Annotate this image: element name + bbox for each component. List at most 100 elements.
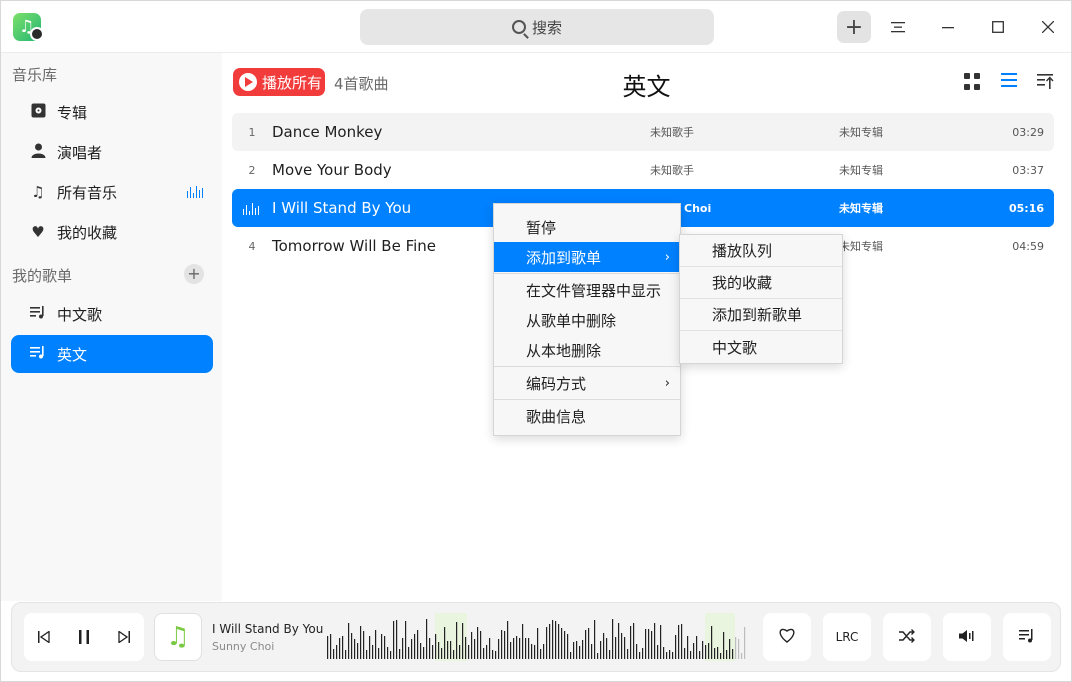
pause-icon[interactable] <box>74 627 94 647</box>
song-title: Dance Monkey <box>272 123 383 141</box>
menu-item-pause[interactable]: 暂停 <box>494 212 680 242</box>
sidebar-item-favorites[interactable]: ♥ 我的收藏 <box>11 213 213 251</box>
sidebar-item-label: 专辑 <box>57 103 88 122</box>
add-button[interactable]: + <box>837 11 871 43</box>
menu-icon[interactable] <box>881 11 915 43</box>
singer-icon <box>29 143 47 162</box>
sidebar-item-playlist-chinese[interactable]: 中文歌 <box>11 295 213 333</box>
grid-view-icon[interactable] <box>964 73 982 91</box>
now-playing-title: I Will Stand By You <box>212 622 324 636</box>
menu-item-encoding[interactable]: 编码方式 › <box>494 368 680 398</box>
song-title: Tomorrow Will Be Fine <box>272 237 437 255</box>
song-artist: Choi <box>684 201 712 215</box>
volume-button[interactable] <box>943 613 991 661</box>
submenu-item-new-playlist[interactable]: 添加到新歌单 <box>680 299 842 331</box>
now-playing-equalizer-icon <box>187 186 203 198</box>
song-title: Move Your Body <box>272 161 392 179</box>
sidebar-item-label: 英文 <box>57 345 88 364</box>
song-duration: 04:59 <box>1012 239 1044 253</box>
album-cover-music-note-icon[interactable]: ♫ <box>154 613 202 661</box>
lyrics-button[interactable]: LRC <box>823 613 871 661</box>
playback-controls <box>24 613 144 661</box>
music-app-window: ♫ 搜索 + 音乐库 专辑 演唱者 ♫ 所有音乐 ♥ 我的收藏 我的歌单 + 中… <box>0 0 1072 682</box>
sidebar: 音乐库 专辑 演唱者 ♫ 所有音乐 ♥ 我的收藏 我的歌单 + 中文歌 英文 <box>1 53 222 601</box>
search-placeholder: 搜索 <box>531 18 562 37</box>
song-index: 2 <box>248 163 256 177</box>
song-title: I Will Stand By You <box>272 199 412 217</box>
menu-item-delete-local[interactable]: 从本地删除 <box>494 335 680 365</box>
menu-item-song-info[interactable]: 歌曲信息 <box>494 401 680 431</box>
album-icon <box>29 103 47 122</box>
maximize-icon[interactable] <box>981 11 1015 43</box>
song-count: 4首歌曲 <box>334 75 389 93</box>
song-duration: 03:29 <box>1012 125 1044 139</box>
menu-separator <box>494 273 680 274</box>
menu-item-label: 添加到歌单 <box>526 248 602 267</box>
sidebar-item-album[interactable]: 专辑 <box>11 93 213 131</box>
volume-icon <box>959 628 975 647</box>
play-all-button[interactable]: 播放所有 <box>233 68 325 96</box>
list-view-icon[interactable] <box>1001 73 1019 91</box>
search-icon <box>511 20 526 34</box>
playlists-section-title: 我的歌单 <box>12 267 73 285</box>
menu-item-show-in-file-manager[interactable]: 在文件管理器中显示 <box>494 275 680 305</box>
heart-outline-icon <box>778 627 796 647</box>
play-all-label: 播放所有 <box>262 73 323 92</box>
sidebar-item-label: 所有音乐 <box>57 183 118 202</box>
playlist-icon <box>29 305 47 323</box>
song-index: 1 <box>248 125 256 139</box>
waveform-progress[interactable] <box>325 613 751 661</box>
song-index: 4 <box>248 239 256 253</box>
song-album: 未知专辑 <box>839 240 883 253</box>
play-queue-button[interactable] <box>1003 613 1051 661</box>
now-playing-artist: Sunny Choi <box>212 640 275 653</box>
submenu-item-play-queue[interactable]: 播放队列 <box>680 235 842 267</box>
song-duration: 03:37 <box>1012 163 1044 177</box>
search-box[interactable]: 搜索 <box>360 9 714 45</box>
menu-separator <box>494 366 680 367</box>
add-playlist-button[interactable]: + <box>184 264 204 284</box>
play-icon <box>239 73 257 91</box>
playlist-icon <box>29 345 47 363</box>
now-playing-equalizer-icon <box>243 203 259 215</box>
menu-item-label: 编码方式 <box>526 374 587 393</box>
shuffle-button[interactable] <box>883 613 931 661</box>
submenu-item-favorites[interactable]: 我的收藏 <box>680 267 842 299</box>
song-album: 未知专辑 <box>839 126 883 139</box>
titlebar: ♫ 搜索 + <box>1 1 1071 53</box>
song-duration: 05:16 <box>1008 201 1044 215</box>
favorite-button[interactable] <box>763 613 811 661</box>
shuffle-icon <box>899 628 915 647</box>
next-icon[interactable] <box>114 627 134 647</box>
sidebar-item-playlist-english[interactable]: 英文 <box>11 335 213 373</box>
sidebar-item-all-music[interactable]: ♫ 所有音乐 <box>11 173 213 211</box>
song-row[interactable]: 1 Dance Monkey 未知歌手 未知专辑 03:29 <box>232 113 1054 151</box>
add-to-playlist-submenu: 播放队列 我的收藏 添加到新歌单 中文歌 <box>679 234 843 364</box>
song-album: 未知专辑 <box>839 164 883 177</box>
song-artist: 未知歌手 <box>650 126 694 139</box>
sidebar-item-label: 中文歌 <box>57 305 103 324</box>
sidebar-item-label: 演唱者 <box>57 143 103 162</box>
sort-icon[interactable] <box>1037 73 1055 91</box>
previous-icon[interactable] <box>34 627 54 647</box>
close-icon[interactable] <box>1031 11 1065 43</box>
song-album: 未知专辑 <box>839 202 883 215</box>
menu-item-remove-from-playlist[interactable]: 从歌单中删除 <box>494 305 680 335</box>
player-bar: ♫ I Will Stand By You Sunny Choi LRC <box>11 602 1061 672</box>
menu-item-add-to-playlist[interactable]: 添加到歌单 › <box>494 242 680 272</box>
minimize-icon[interactable] <box>931 11 965 43</box>
music-note-icon: ♫ <box>31 183 45 201</box>
song-context-menu: 暂停 添加到歌单 › 在文件管理器中显示 从歌单中删除 从本地删除 编码方式 ›… <box>493 203 681 436</box>
app-logo-icon: ♫ <box>13 13 44 41</box>
playlist-queue-icon <box>1019 628 1035 647</box>
library-section-title: 音乐库 <box>12 66 58 84</box>
chevron-right-icon: › <box>664 375 670 391</box>
heart-icon: ♥ <box>31 223 45 241</box>
sidebar-item-singer[interactable]: 演唱者 <box>11 133 213 171</box>
song-row[interactable]: 2 Move Your Body 未知歌手 未知专辑 03:37 <box>232 151 1054 189</box>
sidebar-item-label: 我的收藏 <box>57 223 118 242</box>
song-artist: 未知歌手 <box>650 164 694 177</box>
chevron-right-icon: › <box>664 249 670 265</box>
menu-separator <box>494 399 680 400</box>
submenu-item-chinese-playlist[interactable]: 中文歌 <box>680 331 842 363</box>
